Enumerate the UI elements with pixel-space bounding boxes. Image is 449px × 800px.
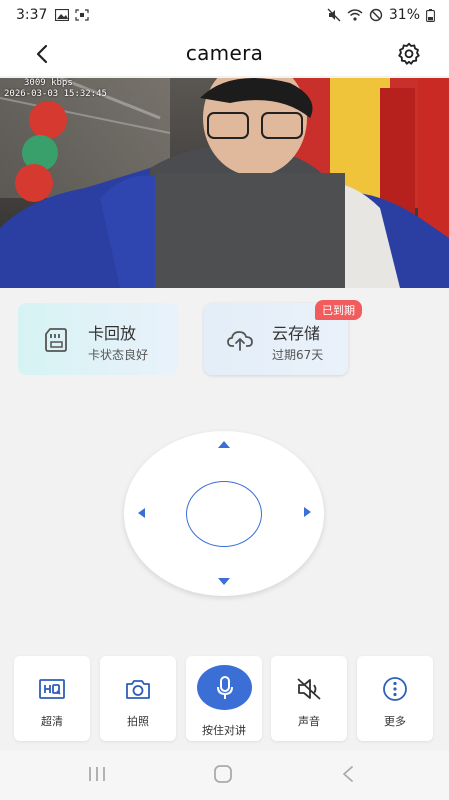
- status-bar: 3:37 31%: [0, 0, 449, 32]
- status-time: 3:37: [16, 7, 48, 23]
- hd-quality-button[interactable]: 超清: [14, 656, 90, 741]
- ptz-joystick[interactable]: [124, 431, 324, 596]
- do-not-disturb-icon: [369, 8, 383, 22]
- page-title: camera: [185, 41, 264, 65]
- speaker-muted-icon: [295, 675, 323, 703]
- more-icon: [381, 675, 409, 703]
- battery-icon: [426, 8, 435, 22]
- sound-label: 声音: [298, 715, 320, 728]
- video-frame: [0, 78, 449, 288]
- arrow-left-icon[interactable]: [138, 508, 145, 518]
- live-video-feed[interactable]: 3009 kbps 2026-03-03 15:32:45: [0, 78, 449, 288]
- system-back-icon: [343, 766, 353, 782]
- video-timestamp: 2026-03-03 15:32:45: [4, 89, 107, 99]
- home-icon: [214, 765, 232, 783]
- camera-icon: [124, 675, 152, 703]
- push-to-talk-label: 按住对讲: [202, 724, 246, 737]
- snapshot-label: 拍照: [127, 715, 149, 728]
- arrow-right-icon[interactable]: [304, 507, 311, 517]
- card-playback-button[interactable]: 卡回放 卡状态良好: [18, 303, 178, 375]
- status-notification-icons: [55, 9, 89, 21]
- action-bar: 超清 拍照 按住对讲 声音 更多: [0, 656, 449, 742]
- video-overlay: 3009 kbps 2026-03-03 15:32:45: [4, 78, 107, 100]
- more-label: 更多: [384, 715, 406, 728]
- recent-apps-icon: [89, 767, 105, 781]
- status-system-icons: 31%: [327, 7, 435, 23]
- hd-quality-label: 超清: [41, 715, 63, 728]
- hd-icon: [38, 675, 66, 703]
- sd-card-icon: [45, 328, 67, 352]
- card-playback-status: 卡状态良好: [88, 348, 149, 362]
- video-bitrate: 3009 kbps: [24, 78, 73, 88]
- system-nav-bar: [0, 750, 449, 800]
- gear-icon: [398, 42, 420, 65]
- nav-bar: camera: [0, 32, 449, 76]
- screen-capture-icon: [75, 9, 89, 21]
- battery-percent: 31%: [388, 7, 420, 23]
- microphone-icon: [197, 665, 252, 710]
- system-back-button[interactable]: [338, 764, 360, 784]
- mute-icon: [327, 8, 341, 22]
- recent-apps-button[interactable]: [86, 764, 108, 784]
- card-cloud-title: 云存储: [272, 324, 321, 343]
- gallery-icon: [55, 9, 69, 21]
- expired-badge: 已到期: [315, 300, 362, 320]
- home-button[interactable]: [212, 764, 234, 784]
- arrow-up-icon[interactable]: [218, 441, 230, 448]
- settings-button[interactable]: [395, 40, 423, 68]
- card-cloud-storage-button[interactable]: 云存储 过期67天 已到期: [204, 300, 362, 375]
- card-playback-title: 卡回放: [88, 324, 137, 343]
- sound-toggle-button[interactable]: 声音: [271, 656, 347, 741]
- card-cloud-status: 过期67天: [272, 348, 324, 362]
- joystick-center[interactable]: [186, 481, 262, 547]
- cloud-upload-icon: [227, 331, 253, 351]
- snapshot-button[interactable]: 拍照: [100, 656, 176, 741]
- wifi-icon: [347, 9, 363, 21]
- more-button[interactable]: 更多: [357, 656, 433, 741]
- push-to-talk-button[interactable]: 按住对讲: [186, 656, 262, 741]
- arrow-down-icon[interactable]: [218, 578, 230, 585]
